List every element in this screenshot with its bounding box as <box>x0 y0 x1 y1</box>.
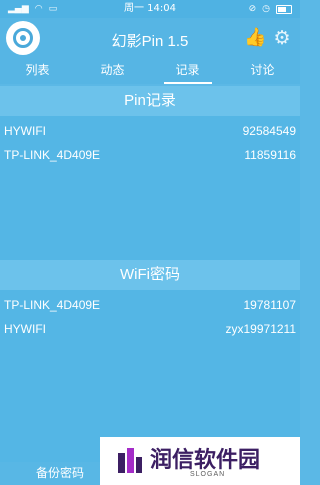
network-name: TP-LINK_4D409E <box>4 298 101 312</box>
network-name: HYWIFI <box>4 124 46 138</box>
pin-section-body: HYWIFI 92584549 TP-LINK_4D409E 11859116 <box>0 116 300 262</box>
watermark-text: 润信软件园 <box>150 448 261 473</box>
network-name: HYWIFI <box>4 322 46 336</box>
battery-icon <box>276 4 292 14</box>
pin-value: 11859116 <box>244 148 296 162</box>
password-value: zyx19971211 <box>225 322 297 336</box>
password-value: 19781107 <box>243 298 297 312</box>
tab-list[interactable]: 列表 <box>0 60 75 84</box>
tab-bar: 列表 动态 记录 讨论 <box>0 60 300 84</box>
pin-value: 92584549 <box>242 124 296 138</box>
watermark-slogan: SLOGAN <box>190 471 226 478</box>
pin-section-title: Pin记录 <box>0 86 300 116</box>
status-right-icons: ⊘ ◷ <box>249 0 292 18</box>
watermark: 润信软件园 SLOGAN <box>100 437 300 485</box>
app-header: 幻影Pin 1.5 👍 ⚙ <box>0 18 300 60</box>
list-item[interactable]: TP-LINK_4D409E 11859116 <box>0 144 300 168</box>
alarm-icon: ◷ <box>262 4 270 14</box>
status-bar: ▂▄▆ ◠ ▭ 周一 14:04 ⊘ ◷ <box>0 0 300 18</box>
wifi-section-title: WiFi密码 <box>0 260 300 290</box>
mute-icon: ⊘ <box>248 4 257 14</box>
list-item[interactable]: HYWIFI zyx19971211 <box>0 318 300 342</box>
watermark-logo-icon <box>118 448 142 473</box>
list-item[interactable]: HYWIFI 92584549 <box>0 120 300 144</box>
gear-icon[interactable]: ⚙ <box>272 28 292 48</box>
network-name: TP-LINK_4D409E <box>4 148 101 162</box>
tab-dynamic[interactable]: 动态 <box>75 60 150 84</box>
thumbs-up-icon[interactable]: 👍 <box>244 28 266 48</box>
tab-records[interactable]: 记录 <box>150 60 225 84</box>
tab-discussion[interactable]: 讨论 <box>225 60 300 84</box>
list-item[interactable]: TP-LINK_4D409E 19781107 <box>0 294 300 318</box>
